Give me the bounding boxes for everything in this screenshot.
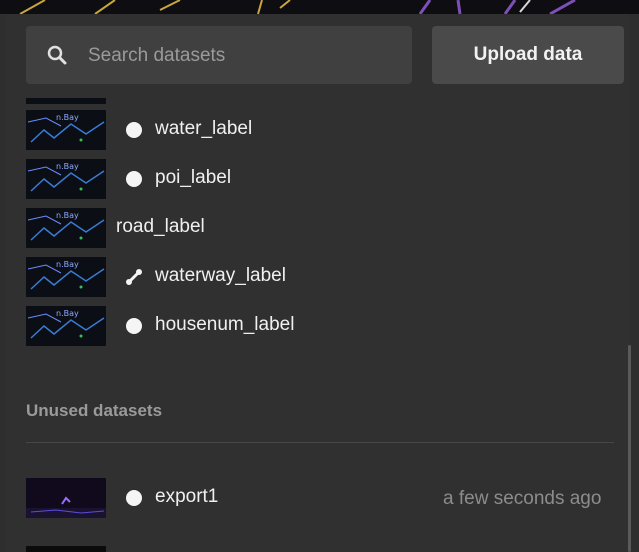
circle-icon xyxy=(126,171,142,187)
dataset-row[interactable]: n.Bay housenum_label xyxy=(6,302,629,348)
dataset-thumbnail xyxy=(26,546,106,552)
search-input[interactable] xyxy=(86,40,400,72)
line-icon xyxy=(126,269,142,285)
dataset-thumbnail: n.Bay xyxy=(26,257,106,297)
search-icon xyxy=(47,45,67,65)
dataset-name: poi_label xyxy=(155,167,232,188)
circle-icon xyxy=(126,490,142,506)
svg-text:n.Bay: n.Bay xyxy=(56,309,79,318)
svg-text:n.Bay: n.Bay xyxy=(56,162,79,171)
dataset-name: housenum_label xyxy=(155,314,295,335)
unused-datasets-heading: Unused datasets xyxy=(26,401,163,420)
dataset-thumbnail: n.Bay xyxy=(26,306,106,346)
map-background xyxy=(0,0,639,14)
divider xyxy=(26,442,614,443)
dataset-name: road_label xyxy=(116,216,205,237)
dataset-thumbnail xyxy=(26,478,106,518)
dataset-row[interactable]: n.Bay water_label xyxy=(6,106,629,152)
dataset-row[interactable]: n.Bay waterway_label xyxy=(6,253,629,299)
dataset-name: export1 xyxy=(155,486,219,507)
dataset-name: water_label xyxy=(155,118,253,139)
scrollbar[interactable] xyxy=(628,345,631,552)
circle-icon xyxy=(126,318,142,334)
map-lines xyxy=(19,0,576,14)
dataset-name: waterway_label xyxy=(155,265,286,286)
panel-header: Upload data xyxy=(6,14,629,98)
svg-text:n.Bay: n.Bay xyxy=(56,113,79,122)
dataset-thumbnail: n.Bay xyxy=(26,110,106,150)
svg-text:n.Bay: n.Bay xyxy=(56,260,79,269)
last-modified-time: a few seconds ago xyxy=(443,488,602,509)
dataset-thumbnail: n.Bay xyxy=(26,159,106,199)
dataset-thumbnail: n.Bay xyxy=(26,208,106,248)
dataset-row[interactable]: n.Bay poi_label xyxy=(6,155,629,201)
dataset-row[interactable]: n.Bay road_label xyxy=(6,204,629,250)
svg-text:n.Bay: n.Bay xyxy=(56,211,79,220)
circle-icon xyxy=(126,122,142,138)
upload-data-button[interactable]: Upload data xyxy=(432,26,624,84)
datasets-panel: n.Bay water_label n.Bay poi_label n.Bay … xyxy=(6,14,629,552)
search-box[interactable] xyxy=(26,26,412,84)
